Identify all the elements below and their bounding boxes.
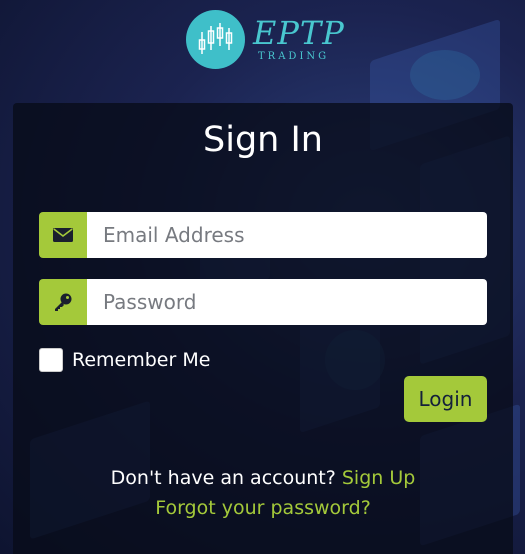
remember-me-checkbox[interactable] bbox=[39, 348, 63, 372]
brand-tagline: TRADING bbox=[258, 51, 330, 62]
signup-link[interactable]: Sign Up bbox=[342, 467, 415, 489]
candlestick-chart-icon bbox=[186, 10, 245, 69]
envelope-icon bbox=[39, 212, 87, 258]
email-input[interactable] bbox=[87, 212, 487, 258]
forgot-password-line: Forgot your password? bbox=[13, 497, 513, 519]
email-field-group bbox=[39, 212, 487, 258]
brand-name: EPTP bbox=[253, 14, 345, 52]
login-button[interactable]: Login bbox=[404, 376, 487, 422]
forgot-password-link[interactable]: Forgot your password? bbox=[155, 497, 371, 519]
sign-in-card: Sign In Remember Me Login Don't have an … bbox=[13, 103, 513, 554]
brand-logo: EPTP TRADING bbox=[186, 10, 346, 70]
remember-me: Remember Me bbox=[39, 348, 210, 372]
password-input[interactable] bbox=[87, 279, 487, 325]
key-icon bbox=[39, 279, 87, 325]
page-title: Sign In bbox=[203, 120, 323, 160]
password-field-group bbox=[39, 279, 487, 325]
signup-prompt-text: Don't have an account? bbox=[110, 467, 336, 489]
signup-prompt-line: Don't have an account? Sign Up bbox=[13, 467, 513, 489]
remember-me-label[interactable]: Remember Me bbox=[72, 349, 210, 371]
